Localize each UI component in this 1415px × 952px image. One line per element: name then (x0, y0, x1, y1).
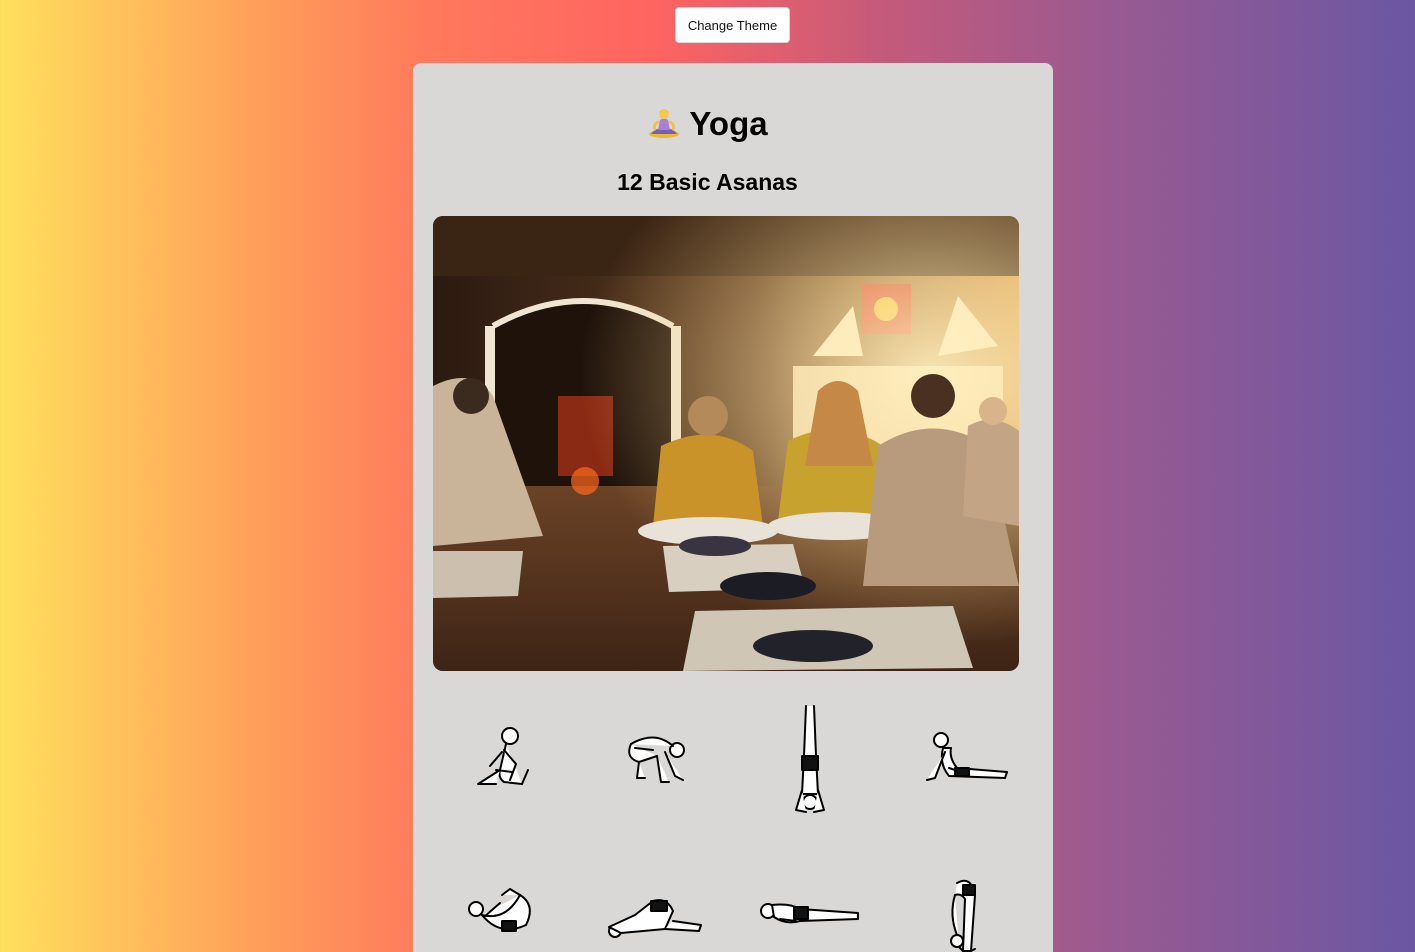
corpse-pose-icon (750, 855, 870, 952)
cobra-pose-icon (905, 698, 1025, 818)
crow-pose-icon (595, 698, 715, 818)
bow-pose-icon (440, 855, 560, 952)
yoga-class-photo (433, 216, 1019, 671)
page-title: Yoga (0, 104, 1415, 144)
locust-pose-icon (595, 855, 715, 952)
page-subtitle: 12 Basic Asanas (617, 169, 798, 195)
change-theme-button[interactable]: Change Theme (675, 7, 790, 43)
standing-forward-bend-icon (905, 855, 1025, 952)
headstand-pose-icon (750, 698, 870, 818)
person-in-lotus-position-icon (647, 105, 681, 139)
page-title-text: Yoga (689, 105, 768, 142)
seated-twist-pose-icon (440, 698, 560, 818)
